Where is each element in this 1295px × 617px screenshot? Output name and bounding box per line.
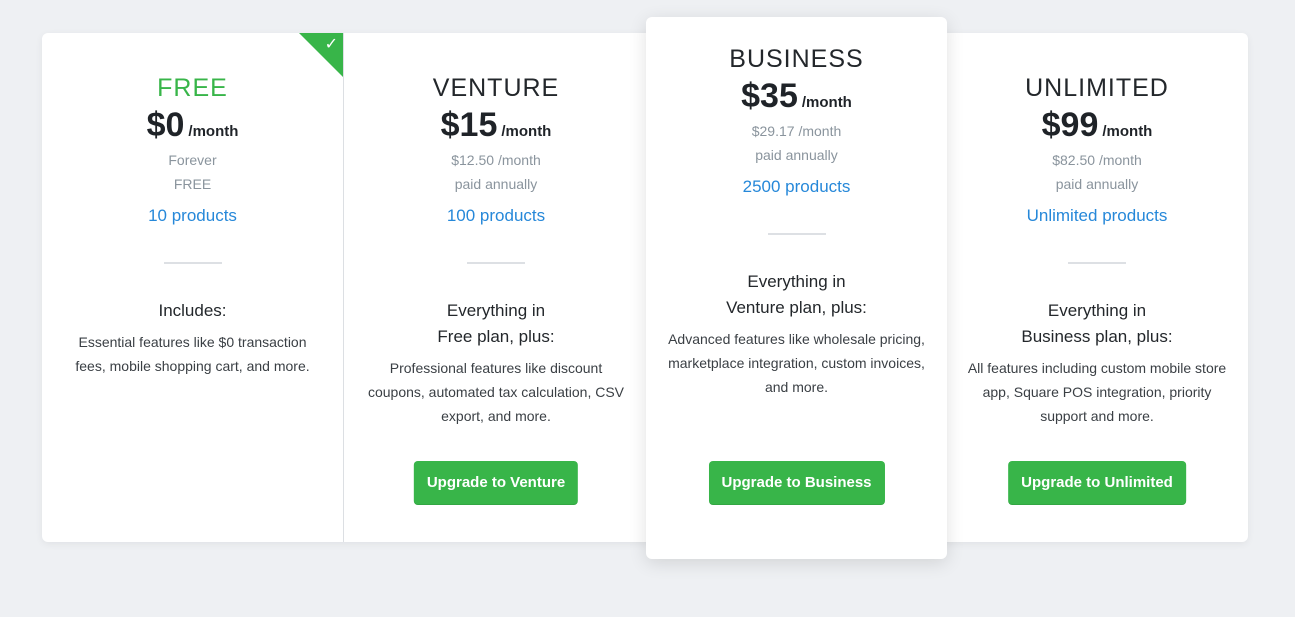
plan-card-unlimited: UNLIMITED $99/month $82.50 /month paid a…	[946, 33, 1248, 542]
plan-name: UNLIMITED	[1025, 74, 1169, 102]
price-subtext: $12.50 /month paid annually	[345, 148, 647, 196]
plan-price: $15	[440, 106, 498, 144]
plan-price: $0	[146, 106, 185, 144]
includes-heading-line: Everything in	[446, 301, 546, 320]
includes-heading: Includes:	[42, 298, 343, 324]
feature-description: Professional features like discount coup…	[367, 360, 625, 424]
product-limit: 2500 products	[742, 177, 851, 196]
price-subtext-line: paid annually	[454, 176, 538, 192]
upgrade-venture-button[interactable]: Upgrade to Venture	[413, 461, 579, 505]
product-limit: 10 products	[148, 206, 237, 225]
includes-heading-line: Business plan, plus:	[1021, 327, 1173, 346]
plan-card-free: ✓ FREE $0/month Forever FREE 10 products…	[42, 33, 344, 542]
price-subtext-line: $82.50 /month	[1052, 152, 1142, 168]
upgrade-business-button[interactable]: Upgrade to Business	[708, 461, 885, 505]
plan-name: VENTURE	[432, 74, 560, 102]
includes-heading-line: Free plan, plus:	[437, 327, 555, 346]
price-row: $0/month	[42, 108, 343, 142]
price-subtext-line: $29.17 /month	[751, 123, 842, 139]
plan-price: $99	[1041, 106, 1099, 144]
divider	[163, 262, 222, 264]
divider	[467, 262, 525, 264]
price-row: $99/month	[946, 108, 1248, 142]
includes-heading-line: Everything in	[747, 272, 846, 291]
plan-card-venture: VENTURE $15/month $12.50 /month paid ann…	[345, 33, 647, 542]
product-limit: Unlimited products	[1026, 206, 1168, 225]
price-subtext-line: Forever	[168, 152, 217, 168]
plan-price: $35	[741, 77, 798, 115]
includes-heading: Everything in Business plan, plus:	[946, 298, 1248, 350]
feature-description: Advanced features like wholesale pricing…	[668, 331, 925, 395]
feature-description: All features including custom mobile sto…	[967, 360, 1227, 424]
price-subtext-line: $12.50 /month	[451, 152, 541, 168]
includes-heading-line: Everything in	[1047, 301, 1147, 320]
price-subtext-line: FREE	[173, 176, 212, 192]
includes-heading-line: Venture plan, plus:	[726, 298, 867, 317]
divider	[767, 233, 826, 235]
price-subtext-line: paid annually	[1055, 176, 1139, 192]
includes-heading: Everything in Free plan, plus:	[345, 298, 647, 350]
price-subtext: Forever FREE	[42, 148, 343, 196]
price-period: /month	[801, 94, 852, 111]
price-subtext: $29.17 /month paid annually	[646, 119, 947, 167]
feature-description: Essential features like $0 transaction f…	[75, 334, 310, 374]
price-subtext-line: paid annually	[755, 147, 838, 163]
price-row: $35/month	[646, 79, 947, 113]
product-limit: 100 products	[446, 206, 546, 225]
plan-name: FREE	[157, 74, 228, 102]
check-icon: ✓	[324, 36, 338, 53]
plan-name: BUSINESS	[729, 45, 864, 73]
price-period: /month	[1102, 123, 1153, 140]
includes-heading: Everything in Venture plan, plus:	[646, 269, 947, 321]
plan-card-business: BUSINESS $35/month $29.17 /month paid an…	[646, 17, 947, 559]
includes-heading-line: Includes:	[158, 301, 227, 320]
price-period: /month	[188, 123, 239, 140]
pricing-table: ✓ FREE $0/month Forever FREE 10 products…	[42, 33, 1248, 542]
price-subtext: $82.50 /month paid annually	[946, 148, 1248, 196]
price-row: $15/month	[345, 108, 647, 142]
price-period: /month	[501, 123, 552, 140]
upgrade-unlimited-button[interactable]: Upgrade to Unlimited	[1008, 461, 1186, 505]
divider	[1068, 262, 1126, 264]
